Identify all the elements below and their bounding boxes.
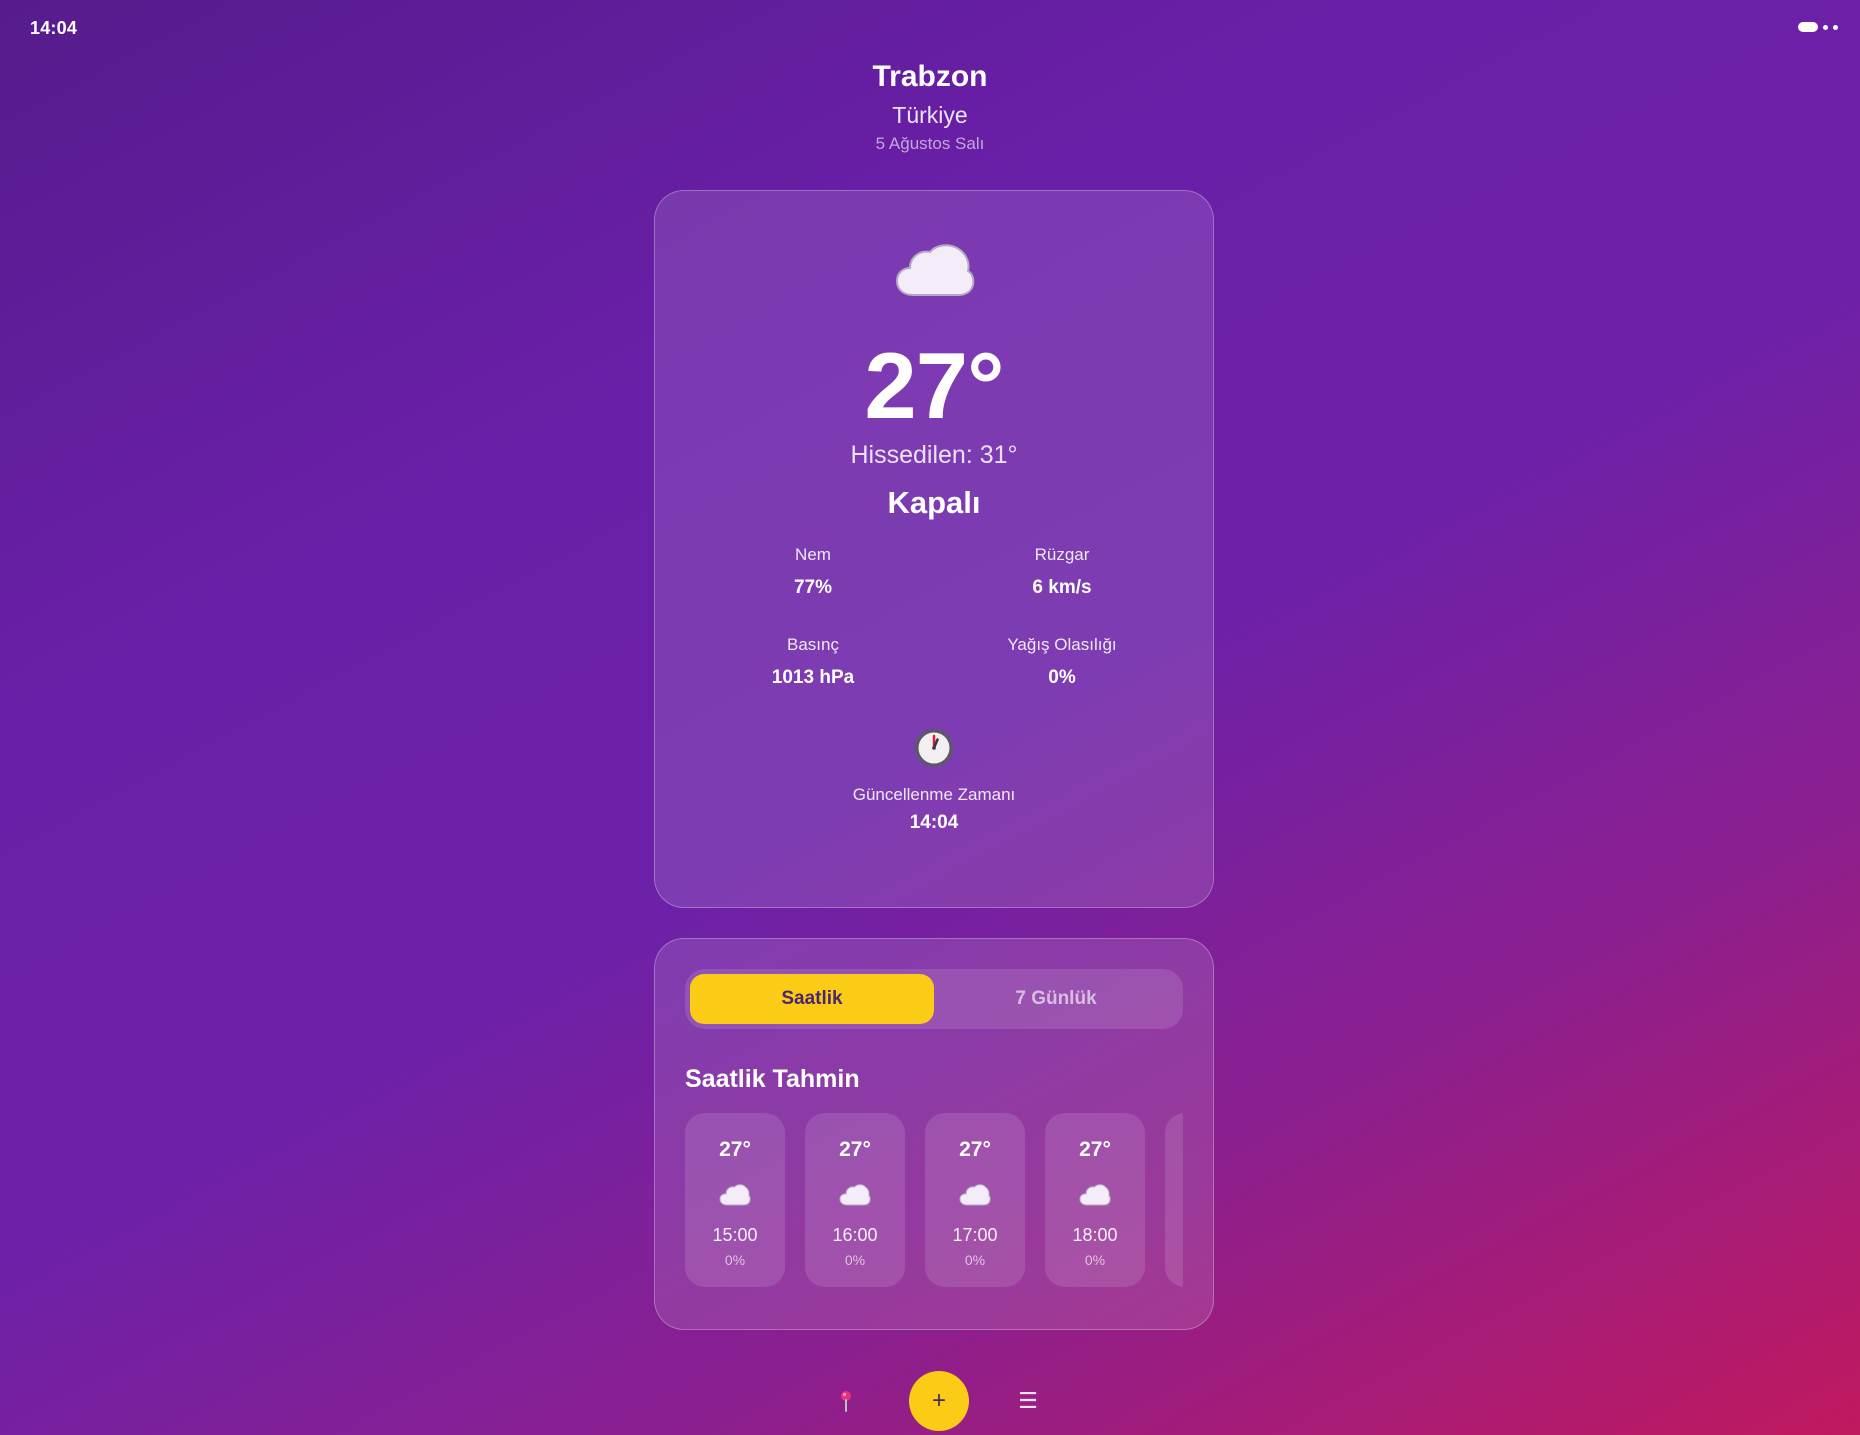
wind-label: Rüzgar bbox=[1034, 545, 1090, 564]
hour-time: 16:00 bbox=[832, 1225, 878, 1245]
cloud-icon bbox=[839, 1183, 871, 1207]
rain-chance-metric: Yağış Olasılığı 0% bbox=[942, 634, 1182, 690]
country-name: Türkiye bbox=[892, 102, 968, 128]
tab-7-day[interactable]: 7 Günlük bbox=[934, 974, 1178, 1024]
status-time: 14:04 bbox=[30, 18, 78, 38]
hour-precipitation: 0% bbox=[844, 1252, 866, 1268]
menu-icon[interactable]: ☰ bbox=[1016, 1389, 1040, 1413]
cloud-icon bbox=[719, 1183, 751, 1207]
more-dots-icon bbox=[1798, 22, 1838, 32]
rain-chance-label: Yağış Olasılığı bbox=[1007, 635, 1117, 654]
hour-precipitation: 0% bbox=[1084, 1252, 1106, 1268]
forecast-card: Saatlik 7 Günlük Saatlik Tahmin 27° 15:0… bbox=[654, 938, 1214, 1330]
cloud-icon bbox=[959, 1183, 991, 1207]
current-temperature: 27° bbox=[864, 333, 1004, 438]
humidity-value: 77% bbox=[793, 577, 833, 598]
city-name: Trabzon bbox=[872, 60, 988, 93]
cloud-icon bbox=[895, 243, 975, 299]
forecast-section-title: Saatlik Tahmin bbox=[685, 1065, 860, 1093]
location-header: Trabzon Türkiye 5 Ağustos Salı bbox=[0, 58, 1860, 155]
humidity-metric: Nem 77% bbox=[693, 544, 933, 600]
hour-temperature: 27° bbox=[959, 1138, 991, 1161]
hourly-forecast-item[interactable]: 27° 16:00 0% bbox=[805, 1113, 905, 1287]
date-label: 5 Ağustos Salı bbox=[875, 134, 985, 153]
hour-time: 17:00 bbox=[952, 1225, 998, 1245]
current-weather-card: 27° Hissedilen: 31° Kapalı Nem 77% Rüzga… bbox=[654, 190, 1214, 908]
hour-time: 18:00 bbox=[1072, 1225, 1118, 1245]
hourly-forecast-item[interactable]: 27° 17:00 0% bbox=[925, 1113, 1025, 1287]
tab-hourly[interactable]: Saatlik bbox=[690, 974, 934, 1024]
cloud-icon bbox=[1079, 1183, 1111, 1207]
pressure-label: Basınç bbox=[787, 635, 839, 654]
hourly-forecast-item[interactable]: 27° 18:00 0% bbox=[1045, 1113, 1145, 1287]
wind-metric: Rüzgar 6 km/s bbox=[942, 544, 1182, 600]
rain-chance-value: 0% bbox=[1048, 667, 1076, 688]
feels-like-label: Hissedilen: 31° bbox=[850, 441, 1018, 469]
status-bar: 14:04 bbox=[0, 0, 1860, 56]
hour-temperature: 27° bbox=[719, 1138, 751, 1161]
hourly-forecast-list[interactable]: 27° 15:00 0% 27° 16:00 0% 27° 17:00 0% 2… bbox=[685, 1113, 1183, 1289]
add-location-button[interactable]: + bbox=[909, 1371, 969, 1431]
weather-condition: Kapalı bbox=[887, 485, 981, 520]
hourly-forecast-item[interactable]: 27° 15:00 0% bbox=[685, 1113, 785, 1287]
pressure-metric: Basınç 1013 hPa bbox=[693, 634, 933, 690]
hour-time: 15:00 bbox=[712, 1225, 758, 1245]
humidity-label: Nem bbox=[795, 545, 831, 564]
hour-precipitation: 0% bbox=[724, 1252, 746, 1268]
updated-time-label: Güncellenme Zamanı bbox=[852, 785, 1016, 804]
hour-temperature: 27° bbox=[1079, 1138, 1111, 1161]
hourly-forecast-item-partial[interactable] bbox=[1165, 1113, 1183, 1287]
updated-time-value: 14:04 bbox=[909, 812, 959, 833]
map-pin-icon[interactable] bbox=[836, 1389, 856, 1413]
hour-precipitation: 0% bbox=[964, 1252, 986, 1268]
wind-value: 6 km/s bbox=[1032, 577, 1092, 598]
hour-temperature: 27° bbox=[839, 1138, 871, 1161]
clock-icon bbox=[913, 727, 955, 769]
bottom-navigation: + ☰ bbox=[0, 1371, 1860, 1431]
pressure-value: 1013 hPa bbox=[771, 667, 855, 688]
forecast-tabs: Saatlik 7 Günlük bbox=[685, 969, 1183, 1029]
